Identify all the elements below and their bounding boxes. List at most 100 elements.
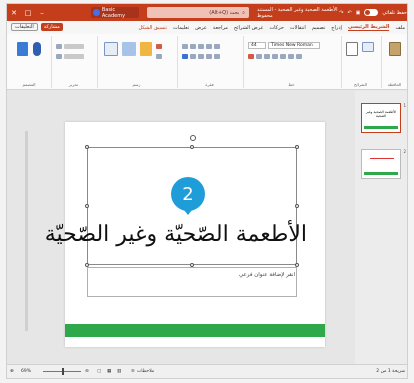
subtitle-placeholder-text: انقر لإضافة عنوان فرعي: [238, 272, 295, 278]
new-slide-icon[interactable]: [346, 42, 358, 56]
editing-row-2: [56, 54, 84, 59]
tab-review[interactable]: مراجعة: [213, 25, 228, 31]
slide-info: شريحة 1 من 2: [376, 369, 405, 374]
zoom-level[interactable]: 69%: [21, 369, 31, 374]
italic-icon[interactable]: [288, 54, 294, 59]
arrange-icon[interactable]: [122, 42, 136, 56]
ribbon: المصمم تحرير رسم فقرة 44 Times New Roman…: [7, 34, 407, 90]
account-label: Basic Academy: [101, 6, 126, 19]
align-right-icon[interactable]: [182, 54, 188, 59]
tab-insert[interactable]: إدراج: [331, 25, 342, 31]
notes-label[interactable]: ملاحظات: [137, 369, 154, 374]
redo-icon[interactable]: ↷: [339, 10, 343, 16]
designer-group: المصمم: [9, 36, 49, 88]
tab-help[interactable]: تعليمات: [173, 25, 189, 31]
quick-access-toolbar: ↷ ↶ ▣ حفظ تلقائي: [339, 7, 407, 18]
document-title-text: الأطعمة الصحية وغير الصحية - المستند محف…: [257, 6, 338, 19]
thumbnail-pane: الأطعمة الصحية وغير الصحية 1 2: [355, 91, 407, 366]
dictate-icon[interactable]: [33, 42, 41, 56]
bullets-icon[interactable]: [206, 44, 212, 49]
select-label-icon[interactable]: [64, 54, 84, 59]
document-title[interactable]: الأطعمة الصحية وغير الصحية - المستند محف…: [257, 6, 349, 19]
slide-thumbnail-2[interactable]: [361, 149, 401, 179]
drawing-group-label: رسم: [132, 82, 141, 87]
align-center-icon[interactable]: [190, 54, 196, 59]
editing-group: تحرير: [51, 36, 95, 88]
resize-handle[interactable]: [85, 145, 89, 149]
maximize-icon[interactable]: □: [21, 4, 35, 21]
layout-icon[interactable]: [362, 42, 374, 52]
zoom-slider-knob[interactable]: [62, 368, 64, 375]
select-icon[interactable]: [56, 54, 62, 59]
slide-title[interactable]: الأطعمة الصّحيّة وغير الصّحيّة: [45, 222, 307, 262]
paste-icon[interactable]: [389, 42, 401, 56]
normal-view-icon[interactable]: ▢: [97, 369, 101, 374]
vertical-scrollbar[interactable]: [25, 131, 28, 331]
quick-styles-icon[interactable]: [140, 42, 152, 56]
strikethrough-icon[interactable]: [272, 54, 278, 59]
align-left-icon[interactable]: [198, 54, 204, 59]
drawing-group: رسم: [97, 36, 175, 88]
shape-fill-icon[interactable]: [156, 44, 162, 49]
designer-icon[interactable]: [17, 42, 28, 56]
find-icon[interactable]: [56, 44, 62, 49]
badge-pointer: [180, 205, 196, 215]
notes-icon[interactable]: ≡: [131, 369, 135, 374]
save-icon[interactable]: ▣: [356, 10, 361, 16]
powerpoint-window: ✕ □ – Basic Academy (Alt+Q) بحث ⌕ الأطعم…: [6, 3, 408, 379]
rotate-handle[interactable]: [190, 135, 196, 141]
zoom-in-icon[interactable]: ⊕: [10, 369, 14, 374]
account-button[interactable]: Basic Academy: [91, 6, 139, 19]
underline-icon[interactable]: [280, 54, 286, 59]
search-box[interactable]: (Alt+Q) بحث ⌕: [147, 7, 249, 18]
share-button[interactable]: مشاركة: [40, 23, 63, 31]
resize-handle[interactable]: [190, 145, 194, 149]
font-name-field[interactable]: Times New Roman: [268, 42, 320, 49]
tab-shape-format[interactable]: تنسيق الشكل: [138, 25, 167, 31]
thumb-green-bar: [364, 172, 398, 175]
justify-icon[interactable]: [206, 54, 212, 59]
font-color-icon[interactable]: [248, 54, 254, 59]
autosave-toggle[interactable]: [364, 9, 379, 16]
replace-icon[interactable]: [64, 44, 84, 49]
comments-button[interactable]: التعليقات: [11, 23, 38, 31]
zoom-out-icon[interactable]: ⊖: [85, 369, 89, 374]
paragraph-group: فقرة: [177, 36, 241, 88]
shape-fill-row: [156, 44, 162, 49]
autosave-label: حفظ تلقائي: [382, 9, 407, 16]
reading-view-icon[interactable]: ▥: [117, 369, 121, 374]
minimize-icon[interactable]: –: [35, 4, 49, 21]
indent-icon[interactable]: [214, 44, 220, 49]
tab-transitions[interactable]: انتقالات: [290, 25, 306, 31]
avatar: [93, 9, 100, 16]
resize-handle[interactable]: [295, 145, 299, 149]
tab-animations[interactable]: حركات: [269, 25, 283, 31]
shapes-icon[interactable]: [104, 42, 118, 56]
char-spacing-icon[interactable]: [264, 54, 270, 59]
text-direction-icon[interactable]: [182, 44, 188, 49]
resize-handle[interactable]: [295, 204, 299, 208]
green-footer-bar: [65, 324, 325, 337]
tab-file[interactable]: ملف: [395, 25, 405, 31]
line-spacing-icon[interactable]: [190, 44, 196, 49]
bold-icon[interactable]: [296, 54, 302, 59]
editing-group-label: تحرير: [68, 82, 79, 87]
thumb-title: الأطعمة الصحية وغير الصحية: [365, 110, 397, 118]
font-size-field[interactable]: 44: [248, 42, 266, 49]
tab-home[interactable]: الشريط الرئيسي: [347, 24, 390, 31]
slide-thumbnail-1[interactable]: الأطعمة الصحية وغير الصحية: [361, 103, 401, 133]
close-window-icon[interactable]: ✕: [7, 4, 21, 21]
highlight-icon[interactable]: [256, 54, 262, 59]
title-bar: ✕ □ – Basic Academy (Alt+Q) بحث ⌕ الأطعم…: [7, 4, 407, 21]
tab-slideshow[interactable]: عرض الشرائح: [234, 25, 264, 31]
resize-handle[interactable]: [85, 204, 89, 208]
columns-icon[interactable]: [214, 54, 220, 59]
tab-view[interactable]: عرض: [195, 25, 207, 31]
numbering-icon[interactable]: [198, 44, 204, 49]
slide-canvas[interactable]: 2 الأطعمة الصّحيّة وغير الصّحيّة انقر لإ…: [45, 122, 325, 347]
sorter-view-icon[interactable]: ▦: [107, 369, 111, 374]
undo-icon[interactable]: ↶: [347, 10, 351, 16]
tab-design[interactable]: تصميم: [312, 25, 325, 31]
ribbon-tabs: ملف الشريط الرئيسي إدراج تصميم انتقالات …: [7, 21, 407, 34]
shape-outline-icon[interactable]: [156, 54, 162, 59]
